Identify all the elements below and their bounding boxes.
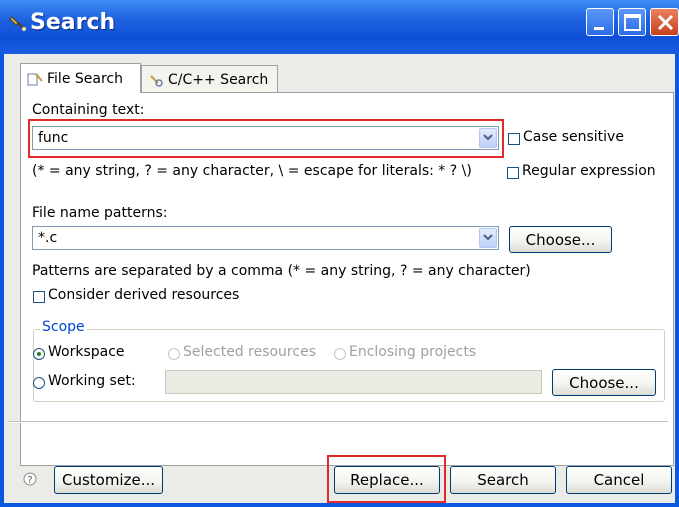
file-name-patterns-combo[interactable]: *.c <box>32 226 499 250</box>
containing-text-hint: (* = any string, ? = any character, \ = … <box>32 163 472 179</box>
working-set-radio[interactable] <box>33 377 45 389</box>
regular-expression-checkbox[interactable] <box>507 167 519 179</box>
containing-text-label: Containing text: <box>32 102 145 118</box>
tab-file-search-label: File Search <box>47 70 123 87</box>
help-icon[interactable]: ? <box>23 472 37 486</box>
file-name-patterns-label: File name patterns: <box>32 205 168 221</box>
file-name-dropdown-button[interactable] <box>479 228 497 248</box>
working-set-field[interactable] <box>165 370 542 394</box>
workspace-radio[interactable] <box>33 348 45 360</box>
containing-text-highlight <box>28 119 504 158</box>
workspace-label: Workspace <box>48 344 125 360</box>
close-button[interactable] <box>650 8 679 36</box>
enclosing-projects-label: Enclosing projects <box>349 344 477 360</box>
chevron-down-icon <box>483 234 493 241</box>
regular-expression-label: Regular expression <box>522 163 656 179</box>
file-search-icon <box>27 72 43 85</box>
close-icon <box>657 14 674 31</box>
title-bar[interactable]: Search <box>0 0 679 54</box>
tab-cpp-search-label: C/C++ Search <box>168 71 269 88</box>
working-set-choose-button[interactable]: Choose... <box>552 369 656 396</box>
replace-button-highlight <box>327 455 446 503</box>
customize-button[interactable]: Customize... <box>54 466 163 494</box>
search-button[interactable]: Search <box>450 466 556 494</box>
tab-file-search[interactable]: File Search <box>20 63 141 93</box>
search-flashlight-icon <box>9 16 26 31</box>
file-name-patterns-hint: Patterns are separated by a comma (* = a… <box>32 263 531 279</box>
svg-text:?: ? <box>27 475 32 486</box>
radio-selected-dot <box>37 352 41 356</box>
search-dialog: Search File Search C/C++ Search Containi… <box>0 0 679 507</box>
consider-derived-resources-label: Consider derived resources <box>48 287 240 303</box>
window-title: Search <box>30 10 116 35</box>
working-set-label: Working set: <box>48 373 136 389</box>
cancel-button[interactable]: Cancel <box>566 466 672 494</box>
footer-separator-highlight <box>8 422 668 423</box>
case-sensitive-label: Case sensitive <box>523 129 624 145</box>
cpp-search-icon <box>150 74 163 87</box>
selected-resources-label: Selected resources <box>183 344 316 360</box>
minimize-button[interactable] <box>586 8 614 36</box>
file-name-patterns-value: *.c <box>38 230 58 246</box>
enclosing-projects-radio[interactable] <box>334 348 346 360</box>
maximize-button[interactable] <box>618 8 646 36</box>
consider-derived-resources-checkbox[interactable] <box>33 291 45 303</box>
minimize-icon <box>594 27 604 30</box>
selected-resources-radio[interactable] <box>168 348 180 360</box>
case-sensitive-checkbox[interactable] <box>508 133 520 145</box>
scope-legend: Scope <box>40 319 87 335</box>
file-name-choose-button[interactable]: Choose... <box>509 226 612 253</box>
maximize-icon <box>624 14 641 31</box>
tab-cpp-search[interactable]: C/C++ Search <box>141 65 278 93</box>
